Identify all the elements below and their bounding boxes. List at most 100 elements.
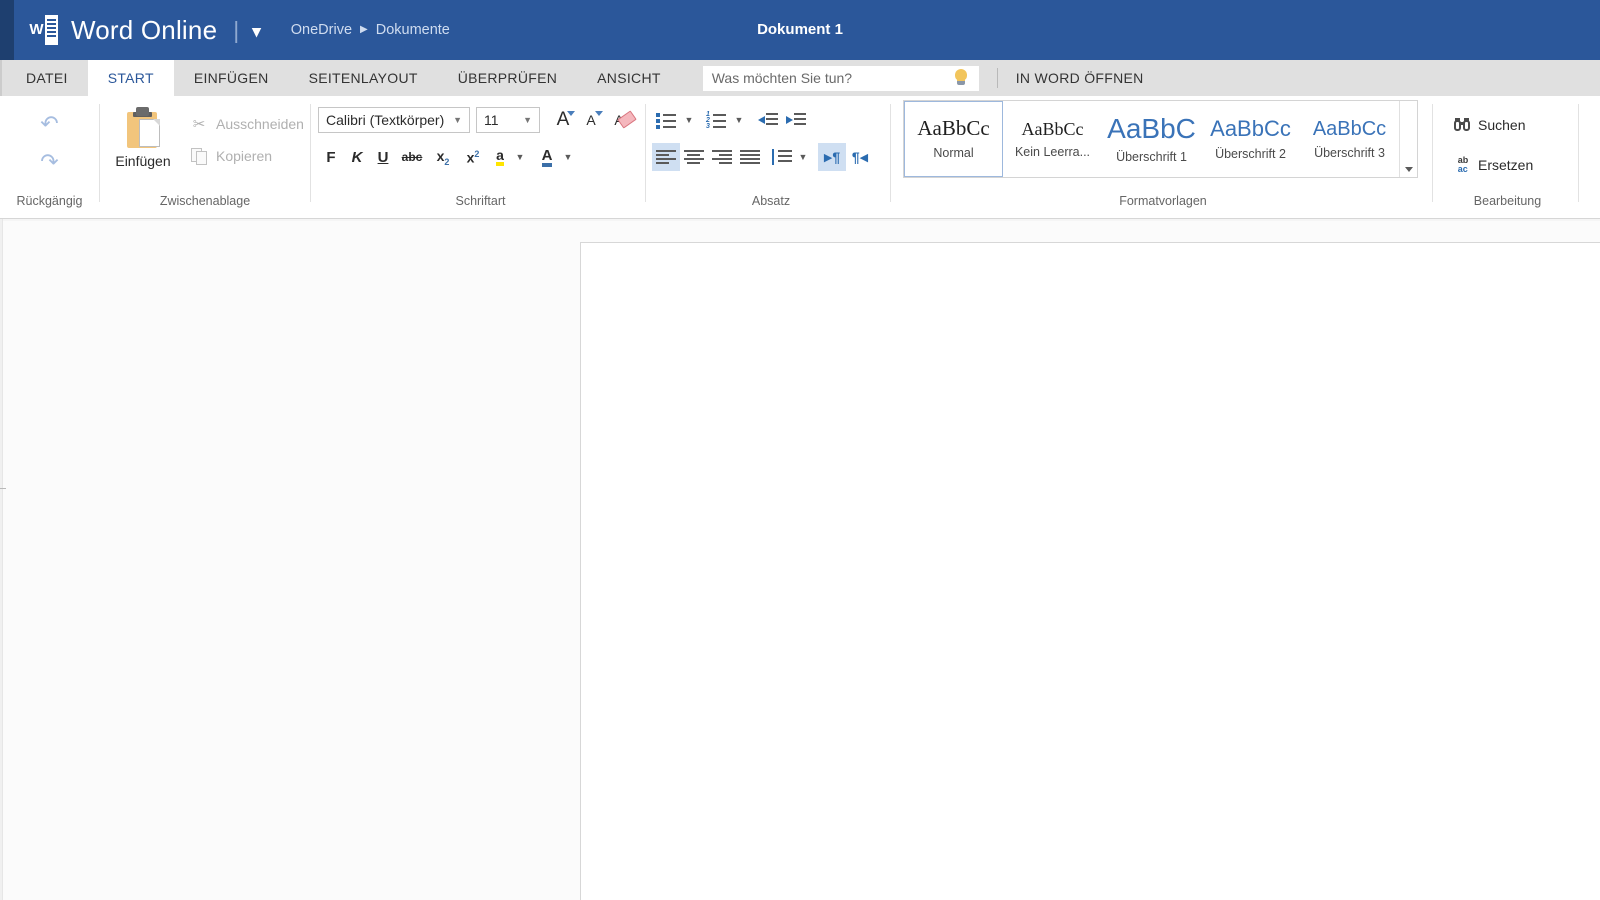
style-preview: AaBbCc	[1312, 117, 1387, 140]
breadcrumb-item-dokumente[interactable]: Dokumente	[376, 22, 450, 38]
replace-button[interactable]: ab ac Ersetzen	[1448, 148, 1568, 182]
style-name: Überschrift 3	[1314, 145, 1385, 160]
italic-button[interactable]: K	[344, 143, 370, 171]
decrease-indent-icon	[758, 112, 778, 128]
lightbulb-icon	[952, 68, 970, 88]
document-body-text[interactable]	[581, 243, 1600, 363]
style-item-ueberschrift-1[interactable]: AaBbC Überschrift 1	[1102, 101, 1201, 177]
superscript-button[interactable]: x2	[458, 143, 488, 171]
font-name-combo[interactable]: Calibri (Textkörper) ▼	[318, 107, 470, 133]
ribbon-group-font: Calibri (Textkörper) ▼ 11 ▼ A A A	[318, 106, 643, 171]
pilcrow-icon: ¶	[851, 149, 860, 165]
style-item-kein-leerraum[interactable]: AaBbCc Kein Leerra...	[1003, 101, 1102, 177]
paste-button[interactable]: Einfügen	[100, 102, 186, 169]
grow-font-button[interactable]: A	[549, 106, 577, 134]
align-center-button[interactable]	[680, 143, 708, 171]
copy-button[interactable]: Kopieren	[186, 140, 304, 172]
align-right-button[interactable]	[708, 143, 736, 171]
numbering-button[interactable]: 1 2 3	[702, 106, 730, 134]
ribbon-group-label-clipboard: Zwischenablage	[159, 194, 251, 208]
cut-button[interactable]: ✂ Ausschneiden	[186, 108, 304, 140]
styles-scroll-down-button[interactable]	[1399, 101, 1417, 177]
tab-einfuegen[interactable]: EINFÜGEN	[174, 60, 289, 96]
style-name: Überschrift 2	[1215, 146, 1286, 161]
underline-label: U	[377, 148, 389, 166]
style-item-normal[interactable]: AaBbCc Normal	[904, 101, 1003, 177]
group-divider-2	[310, 104, 311, 202]
highlight-button[interactable]: a	[488, 143, 512, 171]
ribbon-group-label-undo: Rückgängig	[16, 194, 83, 208]
ribbon-tab-bar: DATEI START EINFÜGEN SEITENLAYOUT ÜBERPR…	[0, 60, 1600, 97]
tab-start[interactable]: START	[87, 60, 174, 96]
tab-datei[interactable]: DATEI	[2, 60, 88, 96]
bullets-dropdown[interactable]: ▼	[680, 106, 696, 134]
find-label: Suchen	[1478, 117, 1526, 133]
word-logo-letter: W	[28, 15, 45, 45]
highlight-label: a	[496, 148, 504, 166]
chevron-down-icon[interactable]: ▾	[252, 23, 261, 40]
open-in-word-button[interactable]: IN WORD ÖFFNEN	[1016, 70, 1144, 86]
left-pane-border	[2, 219, 3, 900]
find-button[interactable]: Suchen	[1448, 108, 1568, 142]
title-bar: W Word Online | ▾ OneDrive ▶ Dokumente D…	[0, 0, 1600, 60]
title-separator: |	[233, 16, 240, 43]
style-name: Überschrift 1	[1116, 149, 1187, 164]
highlight-dropdown[interactable]: ▼	[512, 143, 526, 171]
subscript-button[interactable]: x2	[428, 143, 458, 171]
rtl-direction-button[interactable]: ¶ ◀	[846, 143, 874, 171]
line-spacing-dropdown[interactable]: ▼	[794, 143, 810, 171]
underline-button[interactable]: U	[370, 143, 396, 171]
ribbon-group-clipboard: Einfügen ✂ Ausschneiden Kopieren	[100, 102, 310, 172]
ribbon-group-label-font: Schriftart	[455, 194, 506, 208]
increase-indent-button[interactable]	[782, 106, 810, 134]
replace-icon: ab ac	[1448, 156, 1478, 174]
tab-seitenlayout[interactable]: SEITENLAYOUT	[289, 60, 438, 96]
ribbon-group-styles: AaBbCc Normal AaBbCc Kein Leerra... AaBb…	[903, 100, 1418, 178]
font-color-label: A	[541, 148, 553, 167]
bold-label: F	[326, 148, 336, 166]
tellme-input[interactable]: Was möchten Sie tun?	[703, 70, 952, 86]
redo-arrow-icon[interactable]: ↷	[31, 146, 69, 178]
shrink-font-button[interactable]: A	[577, 106, 605, 134]
style-name: Normal	[933, 146, 974, 160]
tab-ueberpruefen[interactable]: ÜBERPRÜFEN	[438, 60, 577, 96]
chevron-down-icon[interactable]: ▼	[449, 115, 466, 125]
tellme-search-box[interactable]: Was möchten Sie tun?	[702, 65, 979, 91]
ribbon-group-paragraph: ▼ 1 2 3 ▼ ▼ ▶ ¶ ¶ ◀	[652, 106, 890, 171]
pane-splitter-handle[interactable]	[0, 488, 6, 489]
ltr-direction-button[interactable]: ▶ ¶	[818, 143, 846, 171]
line-spacing-button[interactable]	[768, 143, 794, 171]
document-title: Dokument 1	[757, 21, 843, 38]
style-item-ueberschrift-2[interactable]: AaBbCc Überschrift 2	[1201, 101, 1300, 177]
style-item-ueberschrift-3[interactable]: AaBbCc Überschrift 3	[1300, 101, 1399, 177]
clear-formatting-button[interactable]: A	[605, 106, 638, 134]
font-color-button[interactable]: A	[534, 143, 560, 171]
font-size-combo[interactable]: 11 ▼	[476, 107, 540, 133]
strikethrough-label: abc	[401, 150, 423, 164]
tab-ansicht[interactable]: ANSICHT	[577, 60, 681, 96]
increase-indent-icon	[786, 112, 806, 128]
breadcrumb-item-onedrive[interactable]: OneDrive	[291, 22, 352, 38]
decrease-indent-button[interactable]	[754, 106, 782, 134]
style-preview: AaBbCc	[917, 116, 990, 140]
ribbon-group-label-paragraph: Absatz	[751, 194, 791, 208]
strikethrough-button[interactable]: abc	[396, 143, 428, 171]
app-launcher-button[interactable]	[0, 0, 14, 60]
group-divider-6	[1578, 104, 1579, 202]
undo-arrow-icon[interactable]: ↶	[31, 108, 69, 140]
chevron-down-icon[interactable]: ▼	[519, 115, 536, 125]
document-page[interactable]	[580, 242, 1600, 900]
binoculars-icon	[1448, 118, 1478, 132]
word-logo-icon: W	[28, 15, 58, 45]
styles-gallery: AaBbCc Normal AaBbCc Kein Leerra... AaBb…	[903, 100, 1418, 178]
document-work-area	[0, 219, 1600, 900]
bullets-button[interactable]	[652, 106, 680, 134]
bold-button[interactable]: F	[318, 143, 344, 171]
cut-label: Ausschneiden	[216, 116, 304, 132]
numbering-dropdown[interactable]: ▼	[730, 106, 746, 134]
breadcrumb-arrow-icon: ▶	[360, 24, 368, 35]
font-color-dropdown[interactable]: ▼	[560, 143, 574, 171]
align-left-button[interactable]	[652, 143, 680, 171]
subscript-sub: 2	[444, 156, 450, 167]
align-justify-button[interactable]	[736, 143, 764, 171]
